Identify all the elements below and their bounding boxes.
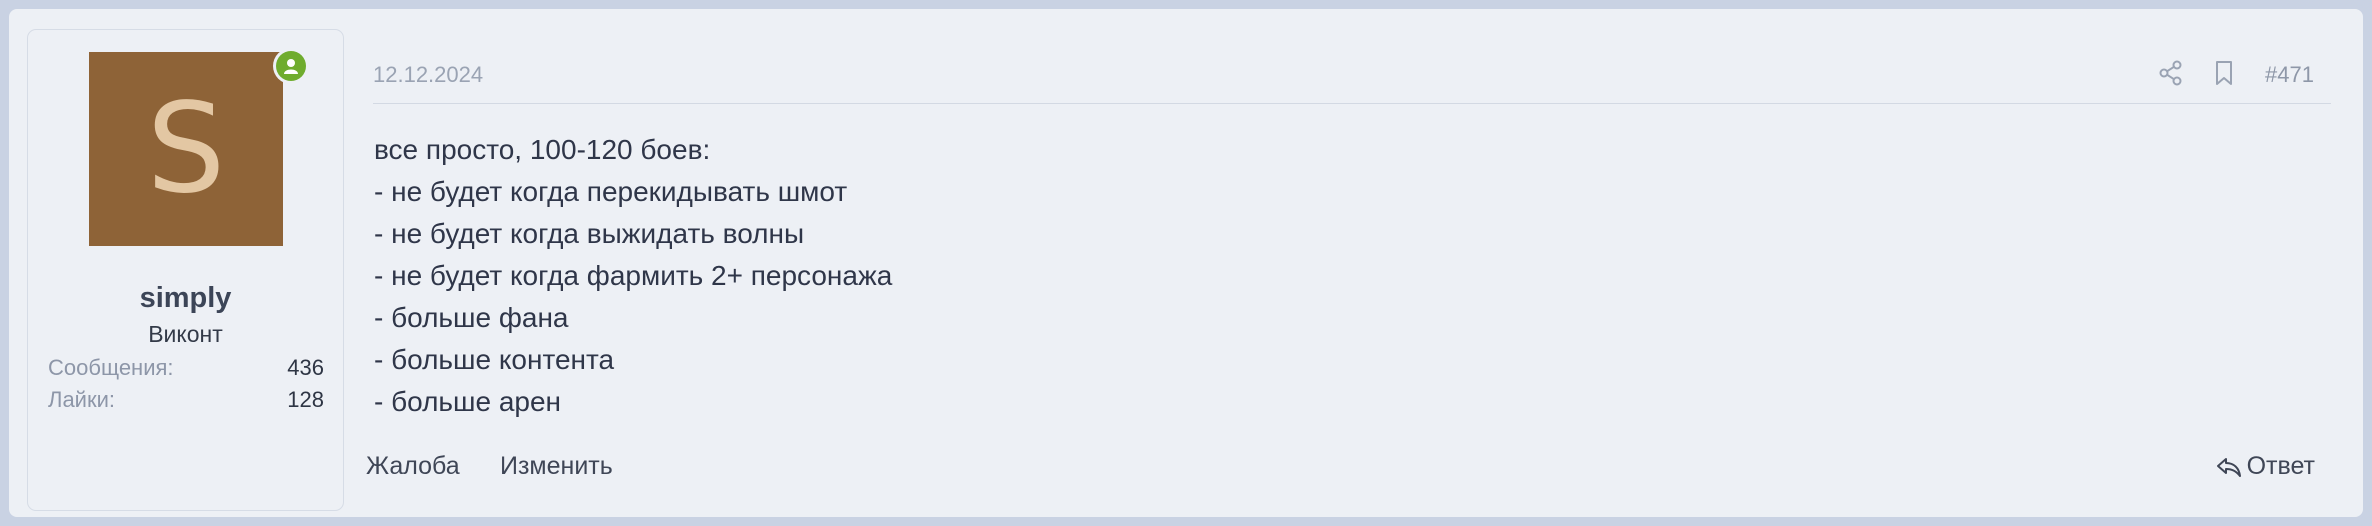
post-line: - не будет когда перекидывать шмот bbox=[374, 176, 848, 207]
post-line: - не будет когда выжидать волны bbox=[374, 218, 805, 249]
forum-post: S simply Виконт Сообщения: 436 Лайки: 12… bbox=[9, 9, 2363, 517]
post-line: - больше арен bbox=[374, 386, 562, 417]
post-body: все просто, 100-120 боев: - не будет ког… bbox=[374, 129, 892, 423]
share-icon[interactable] bbox=[2157, 59, 2185, 87]
bookmark-icon[interactable] bbox=[2210, 59, 2238, 87]
stat-label: Лайки: bbox=[48, 387, 115, 412]
avatar-letter: S bbox=[146, 77, 226, 221]
post-date[interactable]: 12.12.2024 bbox=[373, 62, 483, 88]
post-line: - больше фана bbox=[374, 302, 569, 333]
user-online-icon bbox=[276, 51, 306, 81]
post-line: - не будет когда фармить 2+ персонажа bbox=[374, 260, 893, 291]
stat-messages: Сообщения: 436 bbox=[48, 355, 324, 381]
reply-button[interactable]: Ответ bbox=[2215, 452, 2315, 481]
user-title: Виконт bbox=[148, 321, 223, 347]
stat-value: 128 bbox=[287, 387, 324, 412]
user-info-panel: S simply Виконт Сообщения: 436 Лайки: 12… bbox=[27, 29, 344, 511]
stat-label: Сообщения: bbox=[48, 355, 174, 380]
report-link[interactable]: Жалоба bbox=[366, 452, 460, 481]
stat-likes: Лайки: 128 bbox=[48, 387, 324, 413]
header-divider bbox=[373, 103, 2331, 104]
reply-arrow-icon bbox=[2216, 457, 2241, 477]
username[interactable]: simply bbox=[28, 282, 343, 315]
online-status-badge bbox=[273, 48, 309, 84]
post-line: - больше контента bbox=[374, 344, 615, 375]
avatar[interactable]: S bbox=[89, 52, 283, 246]
edit-link[interactable]: Изменить bbox=[500, 452, 613, 481]
post-number[interactable]: #471 bbox=[2265, 62, 2314, 88]
stat-value[interactable]: 436 bbox=[287, 355, 324, 381]
post-line: все просто, 100-120 боев: bbox=[374, 134, 711, 165]
reply-label: Ответ bbox=[2246, 452, 2315, 480]
